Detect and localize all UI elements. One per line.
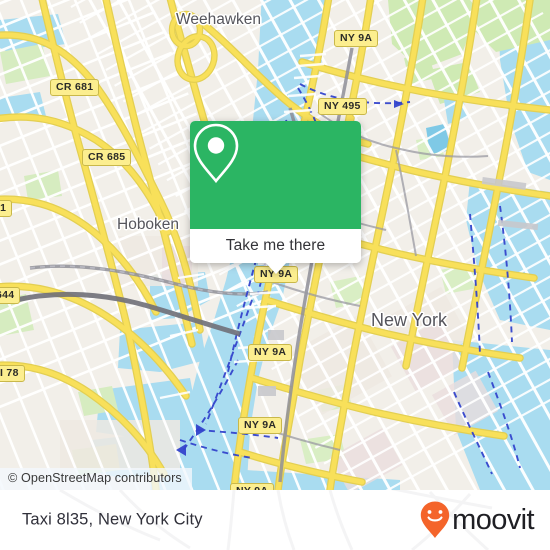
place-label-new-york: New York bbox=[371, 310, 448, 330]
route-shield: 01 bbox=[0, 200, 13, 217]
moovit-logo[interactable]: moovit bbox=[419, 500, 535, 540]
place-label-weehawken: Weehawken bbox=[176, 11, 262, 28]
map-canvas[interactable]: CR 681 CR 685 01 644 I 78 NY 9A NY 495 N… bbox=[0, 0, 550, 490]
route-shield: 644 bbox=[0, 287, 21, 304]
route-shield: NY 9A bbox=[230, 483, 275, 490]
moovit-wordmark: moovit bbox=[452, 503, 534, 536]
route-shield: NY 495 bbox=[318, 98, 367, 115]
moovit-pin-icon bbox=[420, 501, 450, 538]
moovit-map-card: CR 681 CR 685 01 644 I 78 NY 9A NY 495 N… bbox=[0, 0, 550, 550]
route-shield: NY 9A bbox=[238, 417, 283, 434]
footer-bar: Taxi 8l35, New York City moovit bbox=[0, 490, 550, 550]
route-shield: I 78 bbox=[0, 365, 25, 382]
route-shield: CR 685 bbox=[82, 149, 132, 166]
take-me-there-button[interactable]: Take me there bbox=[190, 229, 361, 263]
place-label-hoboken: Hoboken bbox=[117, 216, 180, 233]
route-shield: NY 9A bbox=[248, 344, 293, 361]
location-title: Taxi 8l35, New York City bbox=[22, 510, 203, 529]
route-shield: CR 681 bbox=[50, 79, 100, 96]
callout-inner: Take me there bbox=[190, 121, 361, 263]
take-me-there-callout[interactable]: Take me there bbox=[190, 121, 361, 274]
route-shield: NY 9A bbox=[334, 30, 379, 47]
callout-tail bbox=[264, 262, 287, 274]
osm-attribution[interactable]: © OpenStreetMap contributors bbox=[0, 468, 192, 490]
map-pin-icon bbox=[193, 123, 239, 184]
callout-pin-area bbox=[190, 121, 361, 229]
